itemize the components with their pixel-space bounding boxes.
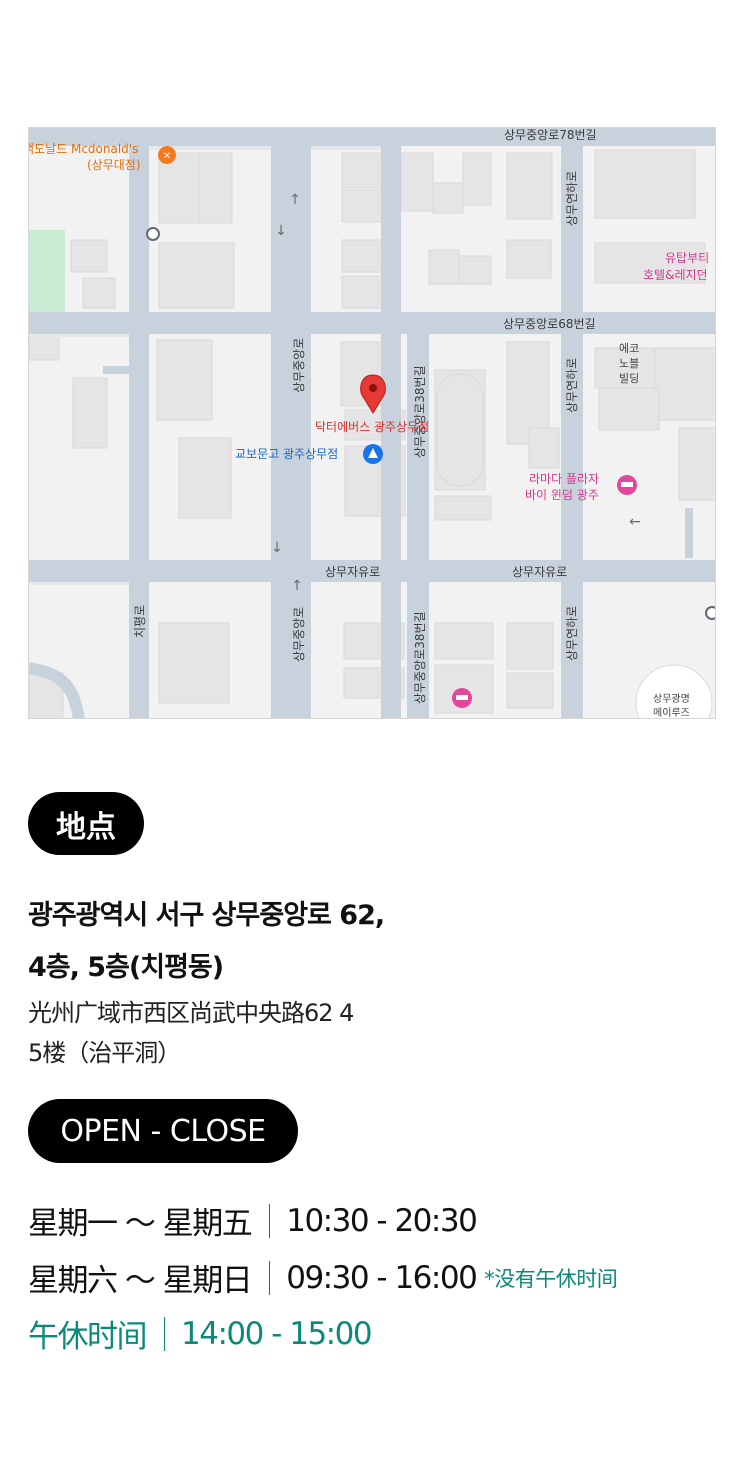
poi-mcdonalds-line1: 맥도날드 Mcdonald's [29, 142, 138, 156]
divider [164, 1316, 165, 1351]
poi-sangmu-gwangmyeong-line1: 상무광명 [653, 693, 690, 705]
divider [269, 1203, 271, 1238]
address-cn-line1: 光州广域市西区尚武中央路62 4 [28, 999, 354, 1027]
poi-eco-line1: 에코 [619, 342, 639, 355]
weekend-time: 09:30 - 16:00 [286, 1259, 478, 1296]
poi-sangmu-gwangmyeong-line2: 메이루즈 [653, 707, 690, 719]
poi-ramada-line1: 라마다 플라자 [529, 472, 599, 486]
shopping-icon[interactable] [363, 444, 383, 464]
road-label-38-bottom: 상무중앙로38번길 [413, 611, 427, 704]
lunch-time: 14:00 - 15:00 [181, 1315, 373, 1352]
weekday-hours: 星期一 ～ 星期五 10:30 - 20:30 [28, 1198, 478, 1243]
address-cn-line2: 5楼（治平洞） [28, 1039, 181, 1067]
road-label-chipyeong: 치평로 [133, 605, 147, 638]
svg-text:←: ← [629, 514, 641, 530]
poi-ramada-line2: 바이 윈덤 광주 [525, 488, 599, 502]
poi-yutop-line1: 유탑부티 [665, 251, 709, 265]
poi-mcdonalds-line2: (상무대점) [87, 158, 141, 172]
weekday-days: 星期一 ～ 星期五 [28, 1206, 253, 1242]
road-label-sangmu-78: 상무중앙로78번길 [504, 128, 597, 142]
road-label-jungang-top: 상무중앙로 [292, 338, 306, 393]
lunch-label: 午休时间 [28, 1319, 148, 1355]
divider [269, 1260, 271, 1295]
road-label-sangmu-68: 상무중앙로68번길 [503, 317, 596, 331]
road-label-yeonha-bottom: 상무연하로 [565, 606, 579, 661]
hotel-icon[interactable] [617, 475, 637, 495]
road-label-yeonha-mid: 상무연하로 [565, 358, 579, 413]
lunch-hours: 午休时间 14:00 - 15:00 [28, 1311, 373, 1356]
road-label-sangmu-jayu-right: 상무자유로 [512, 565, 567, 579]
road-label-jungang-bottom: 상무중앙로 [292, 607, 306, 662]
bus-stop-icon[interactable] [705, 606, 716, 620]
poi-kyobo: 교보문고 광주상무점 [235, 447, 338, 461]
svg-text:↓: ↓ [271, 540, 283, 556]
restaurant-icon[interactable]: ✕ [158, 146, 176, 164]
poi-marker-label: 닥터에버스 광주상무점 [315, 420, 429, 434]
poi-yutop-line2: 호텔&레지던 [643, 268, 708, 282]
svg-text:↓: ↓ [275, 223, 287, 239]
road-label-sangmu-jayu-left: 상무자유로 [325, 565, 380, 579]
poi-eco-line3: 빌딩 [619, 372, 639, 385]
road-label-yeonha-top: 상무연하로 [565, 171, 579, 226]
weekend-days: 星期六 ～ 星期日 [28, 1263, 253, 1299]
svg-text:✕: ✕ [163, 151, 171, 162]
bus-stop-icon[interactable] [146, 227, 160, 241]
svg-text:↑: ↑ [291, 578, 303, 594]
location-badge: 地点 [28, 792, 144, 855]
svg-text:↑: ↑ [289, 192, 301, 208]
road-label-38-top: 상무중앙로38번길 [413, 365, 427, 458]
weekend-note: *没有午休时间 [484, 1266, 618, 1291]
hotel-icon[interactable] [452, 688, 472, 708]
poi-eco-line2: 노블 [619, 357, 639, 370]
weekday-time: 10:30 - 20:30 [286, 1202, 478, 1239]
weekend-hours: 星期六 ～ 星期日 09:30 - 16:00 *没有午休时间 [28, 1255, 618, 1300]
address-ko-line1: 광주광역시 서구 상무중앙로 62, [28, 900, 385, 931]
hours-badge: OPEN - CLOSE [28, 1099, 298, 1163]
address-ko-line2: 4층, 5층(치평동) [28, 952, 224, 983]
location-map[interactable]: ↑ ↓ ↓ ↑ ← 상무중앙로78번길 상무중앙로68번길 상무자유로 상무자유… [28, 127, 716, 719]
